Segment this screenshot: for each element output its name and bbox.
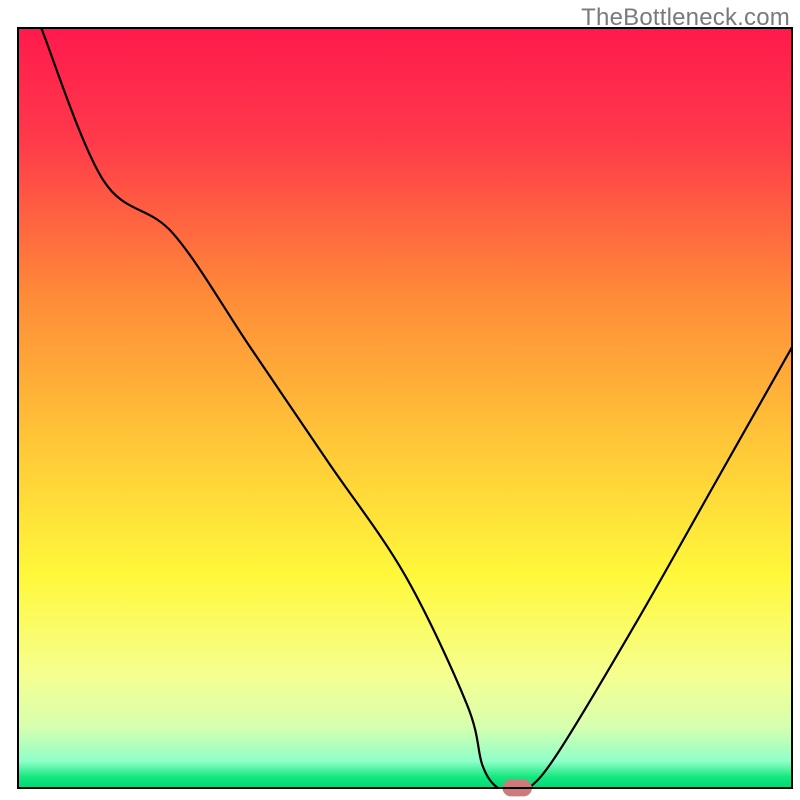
plot-svg	[0, 0, 800, 800]
gradient-background	[18, 28, 792, 788]
watermark-text: TheBottleneck.com	[581, 4, 790, 32]
bottleneck-chart: TheBottleneck.com	[0, 0, 800, 800]
